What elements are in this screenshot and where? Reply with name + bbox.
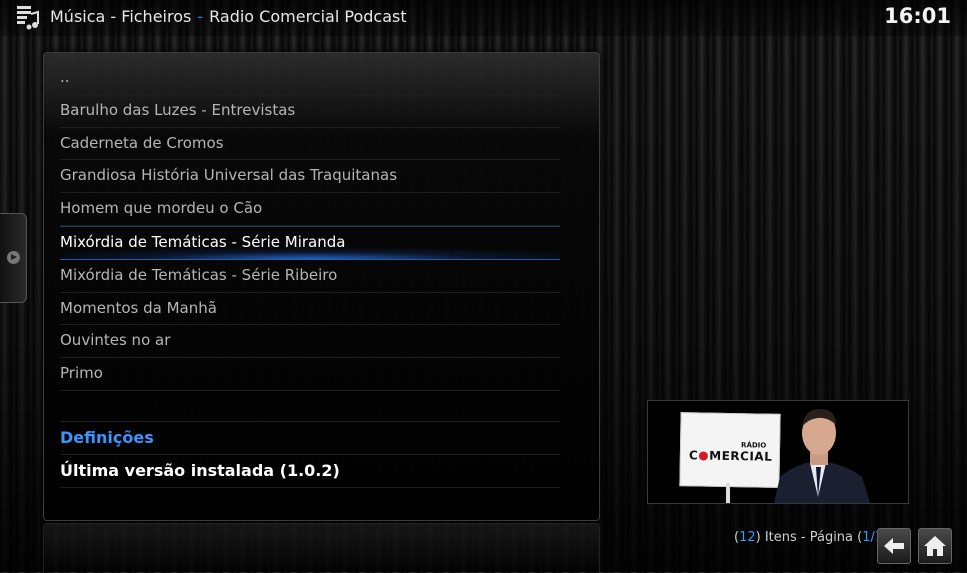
list-spacer (60, 391, 560, 422)
list-item[interactable]: Ouvintes no ar (60, 325, 560, 359)
list-item[interactable]: Mixórdia de Temáticas - Série Ribeiro (60, 260, 560, 293)
presenter-image (774, 409, 870, 503)
list-item[interactable]: Barulho das Luzes - Entrevistas (60, 95, 560, 128)
breadcrumb-current: Radio Comercial Podcast (209, 7, 407, 26)
music-files-icon (17, 6, 39, 30)
breadcrumb-section[interactable]: Música - Ficheiros (50, 7, 191, 26)
home-icon (924, 536, 946, 556)
breadcrumb: Música - Ficheiros - Radio Comercial Podca… (50, 7, 407, 26)
logo-text-main: C MERCIAL (688, 448, 773, 464)
list-item[interactable]: Grandiosa História Universal das Traquit… (60, 160, 560, 194)
list-item[interactable]: Homem que mordeu o Cão (60, 193, 560, 226)
sign-pole (726, 483, 730, 503)
home-button[interactable] (918, 528, 952, 564)
list-item[interactable]: Primo (60, 358, 560, 391)
page-indicator: (12) Itens - Página (1/1) (734, 530, 888, 545)
top-bar: Música - Ficheiros - Radio Comercial Podca… (0, 0, 967, 36)
settings-item[interactable]: Definições (60, 422, 560, 455)
panel-reflection (43, 523, 600, 573)
back-button[interactable] (877, 528, 911, 564)
list-item[interactable]: Caderneta de Cromos (60, 128, 560, 161)
back-arrow-icon (884, 538, 904, 554)
file-list: .. Barulho das Luzes - Entrevistas Cader… (60, 62, 560, 488)
play-circle-icon (7, 251, 20, 264)
item-count: 12 (739, 530, 756, 545)
breadcrumb-separator: - (197, 7, 204, 26)
side-menu-tab[interactable] (0, 213, 27, 303)
clock: 16:01 (884, 4, 951, 28)
version-item[interactable]: Última versão instalada (1.0.2) (60, 455, 560, 488)
list-item[interactable]: Momentos da Manhã (60, 293, 560, 326)
podcast-thumbnail: RÁDIO C MERCIAL (647, 400, 909, 504)
list-item-parent[interactable]: .. (60, 62, 560, 95)
list-item-selected[interactable]: Mixórdia de Temáticas - Série Miranda (60, 225, 560, 260)
